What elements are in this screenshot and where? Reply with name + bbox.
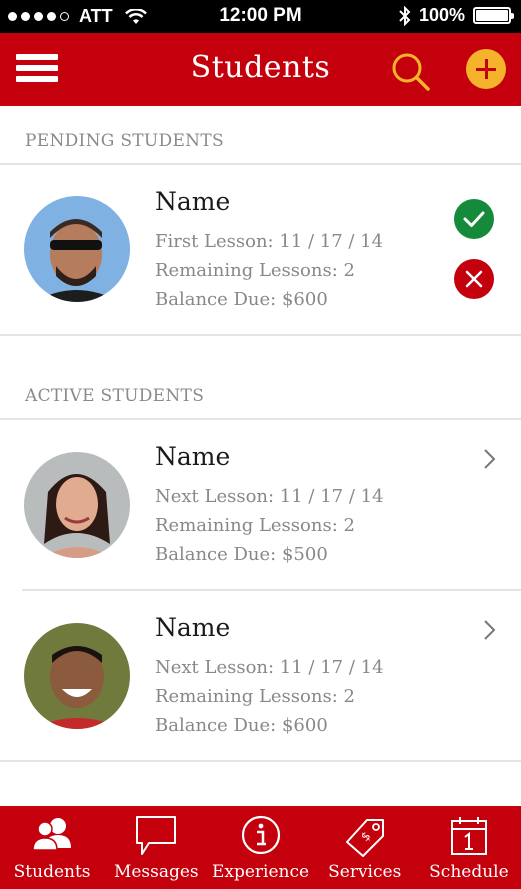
- approve-button[interactable]: [454, 199, 494, 239]
- chevron-right-icon[interactable]: [480, 618, 500, 642]
- active-student-card[interactable]: Name Next Lesson: 11 / 17 / 14 Remaining…: [0, 420, 521, 590]
- tab-label: Schedule: [429, 862, 509, 882]
- student-name: Name: [155, 442, 231, 471]
- tab-label: Experience: [211, 862, 310, 882]
- app-header: Students: [0, 33, 521, 106]
- divider: [0, 760, 521, 762]
- close-icon: [465, 270, 483, 288]
- info-icon: [241, 815, 280, 855]
- remaining-lessons: Remaining Lessons: 2: [155, 260, 355, 281]
- chevron-right-icon[interactable]: [480, 447, 500, 471]
- active-section-label: ACTIVE STUDENTS: [25, 386, 205, 406]
- divider: [0, 334, 521, 336]
- search-icon[interactable]: [388, 49, 432, 93]
- tab-schedule[interactable]: Schedule: [417, 806, 521, 889]
- student-avatar: [24, 452, 130, 558]
- battery-fill: [476, 10, 508, 21]
- bluetooth-icon: [399, 5, 411, 26]
- tab-services[interactable]: $ Services: [313, 806, 417, 889]
- status-bar: ATT 12:00 PM 100%: [0, 0, 521, 33]
- pending-section-label: PENDING STUDENTS: [25, 131, 224, 151]
- checkmark-icon: [463, 211, 485, 227]
- balance-due: Balance Due: $600: [155, 289, 328, 310]
- svg-text:$: $: [358, 829, 373, 844]
- calendar-icon: [450, 817, 487, 855]
- add-student-button[interactable]: [466, 49, 506, 89]
- balance-due: Balance Due: $600: [155, 715, 328, 736]
- tab-experience[interactable]: Experience: [208, 806, 312, 889]
- message-bubble-icon: [136, 816, 177, 855]
- price-tag-icon: $: [345, 819, 384, 857]
- student-name: Name: [155, 187, 231, 216]
- remaining-lessons: Remaining Lessons: 2: [155, 515, 355, 536]
- active-student-card[interactable]: Name Next Lesson: 11 / 17 / 14 Remaining…: [0, 591, 521, 761]
- student-name: Name: [155, 613, 231, 642]
- remaining-lessons: Remaining Lessons: 2: [155, 686, 355, 707]
- reject-button[interactable]: [454, 259, 494, 299]
- battery-percent: 100%: [418, 5, 465, 25]
- tab-messages[interactable]: Messages: [104, 806, 208, 889]
- student-avatar: [24, 196, 130, 302]
- tab-label: Services: [328, 862, 402, 882]
- student-avatar: [24, 623, 130, 729]
- first-lesson: First Lesson: 11 / 17 / 14: [155, 231, 384, 252]
- tab-students[interactable]: Students: [0, 806, 104, 889]
- students-icon: [32, 818, 72, 851]
- page-title: Students: [190, 50, 331, 85]
- balance-due: Balance Due: $500: [155, 544, 328, 565]
- next-lesson: Next Lesson: 11 / 17 / 14: [155, 657, 384, 678]
- pending-student-card: Name First Lesson: 11 / 17 / 14 Remainin…: [0, 165, 521, 335]
- bottom-tab-bar: Students Messages Experience $ Services: [0, 806, 521, 889]
- tab-label: Students: [13, 862, 91, 882]
- status-right: 100%: [399, 5, 514, 26]
- battery-icon: [473, 7, 514, 24]
- tab-label: Messages: [113, 862, 199, 882]
- next-lesson: Next Lesson: 11 / 17 / 14: [155, 486, 384, 507]
